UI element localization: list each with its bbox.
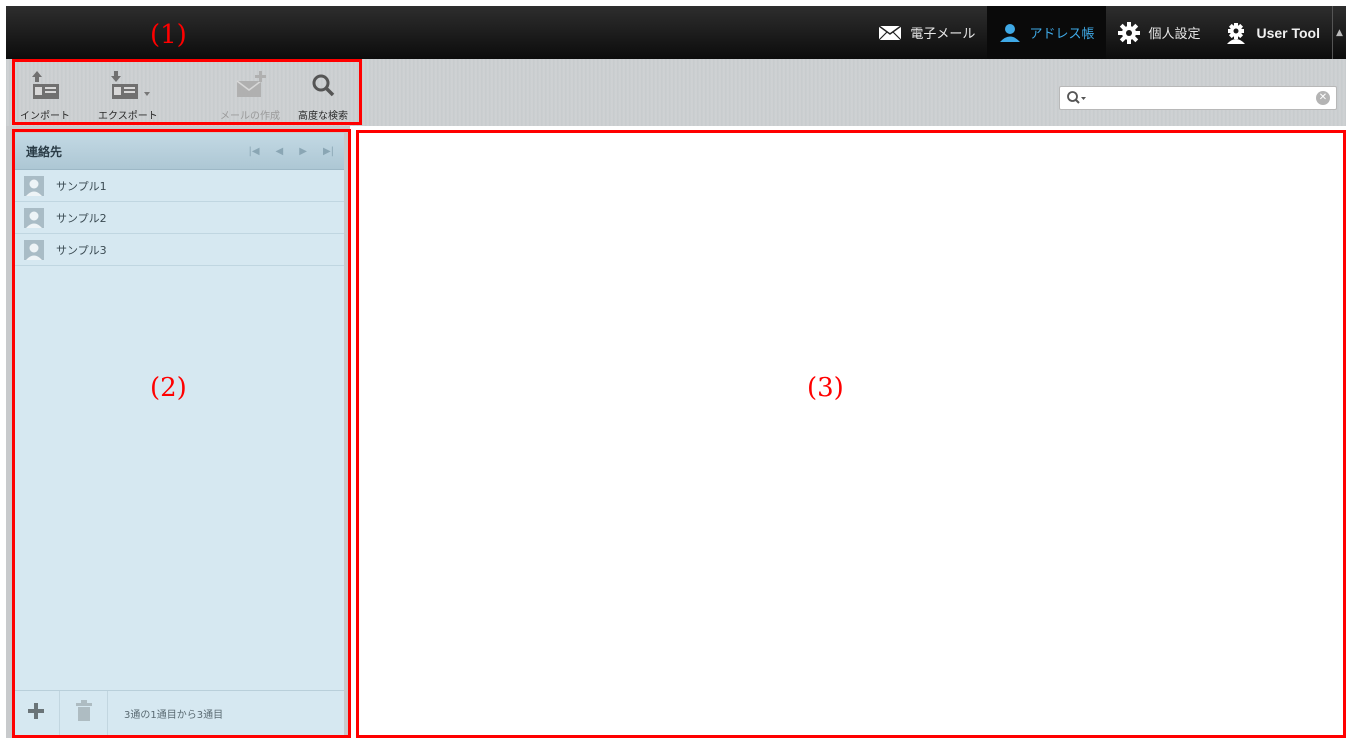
annotation-label-2: (2) [150,373,187,403]
nav-item-email[interactable]: 電子メール [866,6,987,59]
nav-item-user-tool[interactable]: User Tool [1212,6,1332,59]
nav-label-settings: 個人設定 [1148,27,1201,42]
search-icon[interactable] [1066,90,1088,110]
person-icon [999,23,1021,43]
main-nav: 電子メール アドレス帳 個人設定 User Tool ▲ [866,6,1346,59]
annotation-label-3: (3) [807,373,844,403]
annotation-box-1 [12,59,362,125]
clear-search-icon[interactable]: ✕ [1316,91,1330,105]
gear-icon [1118,21,1141,44]
top-navigation-bar: 電子メール アドレス帳 個人設定 User Tool ▲ [6,6,1346,59]
nav-scroll-handle[interactable]: ▲ [1332,6,1346,59]
nav-label-email: 電子メール [910,27,976,42]
nav-label-user-tool: User Tool [1256,24,1320,41]
envelope-icon [878,24,902,41]
annotation-label-1: (1) [150,20,187,50]
nav-label-address-book: アドレス帳 [1029,27,1095,42]
user-gear-icon [1224,22,1248,44]
search-field[interactable]: ✕ [1059,86,1337,110]
annotation-box-2 [12,129,351,738]
nav-item-address-book[interactable]: アドレス帳 [987,6,1107,59]
search-input[interactable] [1094,89,1304,107]
app-window: 電子メール アドレス帳 個人設定 User Tool ▲ インポート エクスポー… [0,0,1346,738]
nav-item-settings[interactable]: 個人設定 [1106,6,1212,59]
annotation-box-3 [356,130,1346,738]
